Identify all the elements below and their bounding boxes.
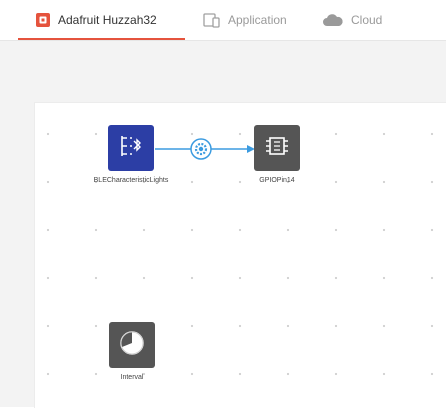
interval-timer-icon: [117, 328, 147, 363]
cloud-icon: [322, 13, 344, 27]
gpio-pin-icon: [263, 132, 291, 165]
node-label: BLECharacteristicLights: [93, 177, 169, 184]
board-icon: [35, 12, 51, 28]
tab-bar: Adafruit Huzzah32 Application Cloud: [0, 0, 446, 41]
tab-label: Application: [228, 13, 287, 27]
node-label: GPIOPin14: [259, 177, 295, 184]
tab-label: Cloud: [351, 13, 383, 27]
node-interval[interactable]: Interval: [62, 322, 202, 381]
tab-label: Adafruit Huzzah32: [58, 13, 157, 27]
node-box[interactable]: [109, 322, 155, 368]
tab-application[interactable]: Application: [203, 0, 287, 40]
node-box[interactable]: [254, 125, 300, 171]
tab-cloud[interactable]: Cloud: [322, 0, 382, 40]
node-ble-characteristic-lights[interactable]: BLECharacteristicLights: [61, 125, 201, 184]
node-label: Interval: [120, 374, 144, 381]
node-box[interactable]: [108, 125, 154, 171]
devices-icon: [203, 12, 221, 28]
node-gpio-pin-14[interactable]: GPIOPin14: [207, 125, 347, 184]
active-tab-indicator: [18, 38, 185, 40]
tab-adafruit-huzzah32[interactable]: Adafruit Huzzah32: [35, 0, 157, 40]
bluetooth-characteristic-icon: [117, 132, 145, 165]
